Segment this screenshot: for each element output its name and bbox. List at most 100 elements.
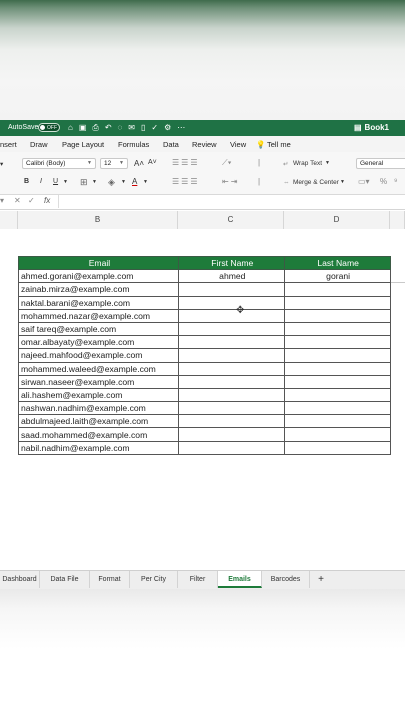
sheet-tab-filter[interactable]: Filter <box>178 571 218 588</box>
last-name-cell[interactable] <box>283 348 391 363</box>
tell-me-search[interactable]: Tell me <box>267 140 291 149</box>
tab-view[interactable]: View <box>230 140 246 149</box>
email-cell[interactable]: mohammed.waleed@example.com <box>18 361 179 376</box>
number-format-select[interactable]: General <box>356 158 405 169</box>
wrap-text-button[interactable]: Wrap Text <box>293 160 322 167</box>
undo-icon[interactable]: ↶ <box>105 123 118 132</box>
first-name-cell[interactable] <box>177 295 285 310</box>
row-header-corner[interactable] <box>0 211 18 229</box>
tab-page-layout[interactable]: Page Layout <box>62 140 104 149</box>
print-icon[interactable]: ⎙ <box>92 123 104 132</box>
sheet-tab-emails[interactable]: Emails <box>218 571 262 588</box>
gear-icon[interactable]: ⚙ <box>164 123 177 132</box>
last-name-cell[interactable] <box>283 361 391 376</box>
first-name-cell[interactable] <box>177 401 285 416</box>
first-name-cell[interactable] <box>177 387 285 403</box>
email-cell[interactable]: mohammed.nazar@example.com <box>18 308 179 323</box>
email-cell[interactable]: nabil.nadhim@example.com <box>18 440 179 455</box>
first-name-cell[interactable] <box>177 321 285 337</box>
last-name-cell[interactable]: gorani <box>283 269 391 284</box>
fill-color-icon[interactable]: ◈ <box>108 177 115 188</box>
sheet-tab-dashboard[interactable]: Dashboard <box>0 571 40 588</box>
last-name-cell[interactable] <box>283 374 391 389</box>
first-name-cell[interactable]: ahmed <box>177 269 285 284</box>
last-name-cell[interactable] <box>283 282 391 297</box>
email-cell[interactable]: saad.mohammed@example.com <box>18 427 179 442</box>
email-cell[interactable]: nashwan.nadhim@example.com <box>18 401 179 416</box>
empty-cell[interactable] <box>390 269 405 284</box>
borders-icon[interactable]: ⊞ <box>80 177 88 188</box>
save-icon[interactable]: ▣ <box>79 123 93 132</box>
merge-center-button[interactable]: Merge & Center <box>293 179 339 186</box>
tab-draw[interactable]: Draw <box>30 140 48 149</box>
last-name-cell[interactable] <box>283 295 391 310</box>
email-cell[interactable]: saif tareq@example.com <box>18 321 179 337</box>
formula-input[interactable] <box>58 195 405 208</box>
mail-icon[interactable]: ✉ <box>128 123 141 132</box>
fx-icon[interactable]: fx <box>44 196 50 205</box>
font-size-select[interactable]: 12 ▼ <box>100 158 128 169</box>
email-cell[interactable]: ahmed.gorani@example.com <box>18 269 179 284</box>
sheet-tab-format[interactable]: Format <box>90 571 130 588</box>
first-name-cell[interactable] <box>177 308 285 323</box>
tab-review[interactable]: Review <box>192 140 217 149</box>
tab-data[interactable]: Data <box>163 140 179 149</box>
column-header-e[interactable] <box>390 211 405 229</box>
last-name-cell[interactable] <box>283 387 391 403</box>
confirm-icon[interactable]: ✓ <box>28 196 35 205</box>
home-icon[interactable]: ⌂ <box>68 123 79 132</box>
first-name-cell[interactable] <box>177 374 285 389</box>
tab-insert[interactable]: nsert <box>0 140 17 149</box>
header-email[interactable]: Email <box>18 255 179 271</box>
comma-icon[interactable]: ⁹ <box>394 177 397 186</box>
column-header-d[interactable]: D <box>284 211 390 229</box>
add-sheet-button[interactable]: + <box>312 571 330 588</box>
underline-button[interactable]: U <box>53 178 58 185</box>
last-name-cell[interactable] <box>283 401 391 416</box>
font-name-select[interactable]: Calibri (Body) ▼ <box>22 158 96 169</box>
first-name-cell[interactable] <box>177 361 285 376</box>
italic-button[interactable]: I <box>40 178 42 185</box>
redo-icon[interactable]: ◌ <box>118 123 129 132</box>
first-name-cell[interactable] <box>177 414 285 429</box>
last-name-cell[interactable] <box>283 414 391 429</box>
alignment-icons-bottom[interactable]: ☰☰☰ <box>172 177 200 186</box>
more-icon[interactable]: ⋯ <box>177 123 191 132</box>
shrink-font-button[interactable]: A˅ <box>148 159 157 166</box>
header-first-name[interactable]: First Name <box>177 255 285 271</box>
sheet-tab-barcodes[interactable]: Barcodes <box>262 571 310 588</box>
email-cell[interactable]: naktal.barani@example.com <box>18 295 179 310</box>
font-color-icon[interactable]: A <box>132 177 137 186</box>
tab-formulas[interactable]: Formulas <box>118 140 149 149</box>
format-painter-chevron-icon[interactable]: ▾ <box>0 160 3 168</box>
spellcheck-icon[interactable]: ✓ <box>151 123 164 132</box>
first-name-cell[interactable] <box>177 348 285 363</box>
cancel-icon[interactable]: ✕ <box>14 196 21 205</box>
email-cell[interactable]: ali.hashem@example.com <box>18 387 179 403</box>
email-cell[interactable]: abdulmajeed.laith@example.com <box>18 414 179 429</box>
autosave-toggle[interactable]: OFF <box>38 123 60 132</box>
email-cell[interactable]: najeed.mahfood@example.com <box>18 348 179 363</box>
currency-icon[interactable]: ▭▾ <box>358 177 370 186</box>
orientation-icon[interactable]: ⟋▾ <box>222 158 232 168</box>
bold-button[interactable]: B <box>24 178 29 185</box>
document-icon[interactable]: ▯ <box>141 123 151 132</box>
first-name-cell[interactable] <box>177 335 285 350</box>
alignment-icons-top[interactable]: ☰☰☰ <box>172 158 200 167</box>
last-name-cell[interactable] <box>283 321 391 337</box>
header-last-name[interactable]: Last Name <box>283 255 391 271</box>
last-name-cell[interactable] <box>283 427 391 442</box>
sheet-tab-data-file[interactable]: Data File <box>40 571 90 588</box>
first-name-cell[interactable] <box>177 282 285 297</box>
email-cell[interactable]: sirwan.naseer@example.com <box>18 374 179 389</box>
column-header-c[interactable]: C <box>178 211 284 229</box>
chevron-down-icon[interactable]: ▾ <box>0 196 4 205</box>
first-name-cell[interactable] <box>177 440 285 455</box>
percent-button[interactable]: % <box>380 177 387 186</box>
last-name-cell[interactable] <box>283 308 391 323</box>
email-cell[interactable]: zainab.mirza@example.com <box>18 282 179 297</box>
indent-icons[interactable]: ⇤⇥ <box>222 177 239 186</box>
email-cell[interactable]: omar.albayaty@example.com <box>18 335 179 350</box>
last-name-cell[interactable] <box>283 335 391 350</box>
first-name-cell[interactable] <box>177 427 285 442</box>
